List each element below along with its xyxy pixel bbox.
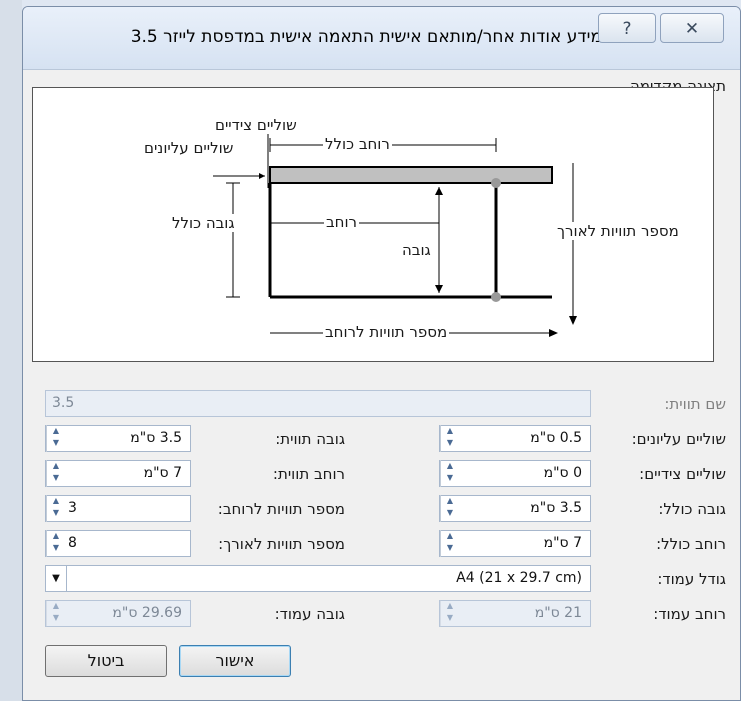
top-margin-value: 0.5 ס"מ [530, 430, 582, 446]
labels-down-label: מספר תוויות לאורך: [218, 535, 345, 553]
label-width-value: 7 ס"מ [143, 465, 182, 481]
cancel-button[interactable]: ביטול [45, 645, 167, 677]
height-text: גובה [400, 241, 433, 259]
page-size-label: גודל עמוד: [657, 570, 726, 588]
help-icon: ? [622, 19, 632, 39]
labels-across-label: מספר תוויות לרוחב: [217, 500, 345, 518]
spin-arrows-icon[interactable]: ▲ ▼ [46, 530, 66, 557]
spin-arrows-icon: ▲ ▼ [440, 600, 460, 627]
spin-arrows-icon: ▲ ▼ [46, 600, 66, 627]
label-preview: שוליים צידיים שוליים עליונים רוחב כולל ג… [32, 87, 714, 362]
dialog-title: מידע אודות אחר/מותאם אישית התאמה אישית ב… [130, 27, 602, 47]
top-margin-label: שוליים עליונים: [631, 430, 726, 448]
labels-across-value: 3 [68, 500, 77, 516]
page-size-select[interactable]: ▼ A4 (21 x 29.7 cm) [45, 565, 591, 592]
close-button[interactable]: ✕ [660, 13, 724, 43]
labels-down-text: מספר תוויות לאורך [555, 222, 681, 240]
top-margins-text: שוליים עליונים [144, 139, 234, 157]
labels-across-text: מספר תוויות לרוחב [323, 323, 450, 341]
spin-arrows-icon[interactable]: ▲ ▼ [46, 460, 66, 487]
page-width-value: 21 ס"מ [534, 605, 582, 621]
help-button[interactable]: ? [598, 13, 656, 43]
spin-arrows-icon[interactable]: ▲ ▼ [440, 530, 460, 557]
ok-button[interactable]: אישור [179, 645, 291, 677]
corner-marker [491, 292, 501, 302]
side-margin-input[interactable]: ▲ ▼ 0 ס"מ [439, 460, 591, 487]
page-width-input: ▲ ▼ 21 ס"מ [439, 600, 591, 627]
total-height-input[interactable]: ▲ ▼ 3.5 ס"מ [439, 495, 591, 522]
side-margins-text: שוליים צידיים [215, 116, 297, 134]
page-height-input: ▲ ▼ 29.69 ס"מ [45, 600, 191, 627]
spin-arrows-icon[interactable]: ▲ ▼ [440, 460, 460, 487]
spin-arrows-icon[interactable]: ▲ ▼ [46, 425, 66, 452]
page-height-value: 29.69 ס"מ [112, 605, 182, 621]
page-size-value: A4 (21 x 29.7 cm) [456, 570, 582, 586]
label-height-value: 3.5 ס"מ [130, 430, 182, 446]
width-text: רוחב [324, 213, 360, 231]
total-width-input[interactable]: ▲ ▼ 7 ס"מ [439, 530, 591, 557]
side-margin-label: שוליים צידיים: [639, 465, 726, 483]
side-margin-value: 0 ס"מ [543, 465, 582, 481]
labels-down-value: 8 [68, 535, 77, 551]
total-width-value: 7 ס"מ [543, 535, 582, 551]
total-width-label: רוחב כולל: [656, 535, 726, 553]
corner-marker [491, 178, 501, 188]
label-height-label: גובה תווית: [275, 430, 345, 448]
label-width-label: רוחב תווית: [272, 465, 345, 483]
total-height-value: 3.5 ס"מ [530, 500, 582, 516]
label-options-dialog: מידע אודות אחר/מותאם אישית התאמה אישית ב… [22, 6, 741, 701]
total-width-text: רוחב כולל [323, 135, 392, 153]
title-bar: מידע אודות אחר/מותאם אישית התאמה אישית ב… [23, 7, 740, 70]
total-height-text: גובה כולל [170, 214, 237, 232]
dropdown-arrow-icon[interactable]: ▼ [46, 565, 67, 592]
label-height-input[interactable]: ▲ ▼ 3.5 ס"מ [45, 425, 191, 452]
top-margin-input[interactable]: ▲ ▼ 0.5 ס"מ [439, 425, 591, 452]
labels-down-input[interactable]: ▲ ▼ 8 [45, 530, 191, 557]
total-height-label: גובה כולל: [658, 500, 726, 518]
background-window-edge [0, 0, 22, 701]
label-name-label: שם תווית: [664, 395, 726, 413]
spin-arrows-icon[interactable]: ▲ ▼ [440, 495, 460, 522]
label-width-input[interactable]: ▲ ▼ 7 ס"מ [45, 460, 191, 487]
page-height-label: גובה עמוד: [274, 605, 345, 623]
page-width-label: רוחב עמוד: [653, 605, 726, 623]
labels-across-input[interactable]: ▲ ▼ 3 [45, 495, 191, 522]
spin-arrows-icon[interactable]: ▲ ▼ [46, 495, 66, 522]
close-icon: ✕ [684, 19, 700, 39]
label-name-field: 3.5 [45, 390, 591, 417]
spin-arrows-icon[interactable]: ▲ ▼ [440, 425, 460, 452]
label-top-strip [269, 166, 553, 184]
